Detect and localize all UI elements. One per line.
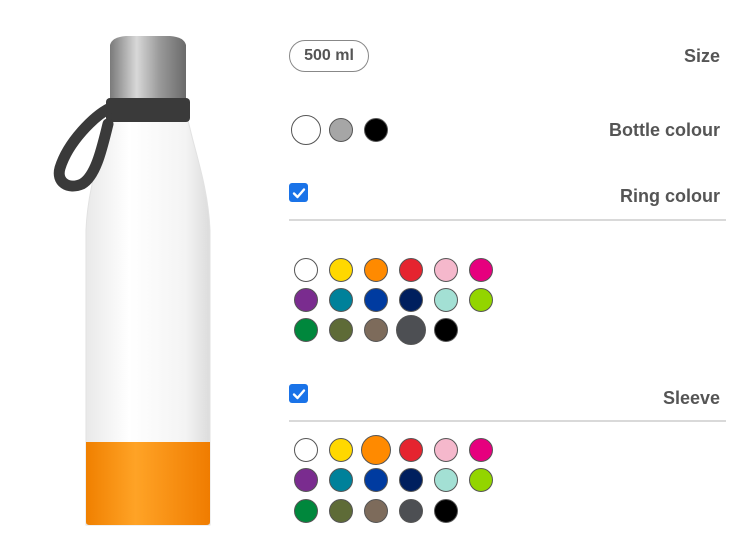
size-label: Size xyxy=(683,46,720,66)
ring-colour-swatch[interactable] xyxy=(329,318,353,342)
sleeve-colour-swatch[interactable] xyxy=(434,499,458,523)
sleeve-label: Sleeve xyxy=(662,388,720,408)
ring-colour-swatch[interactable] xyxy=(364,318,388,342)
sleeve-colour-swatch[interactable] xyxy=(294,438,318,462)
sleeve-colour-swatch[interactable] xyxy=(434,438,458,462)
ring-colour-swatch[interactable] xyxy=(399,258,423,282)
ring-colour-swatch[interactable] xyxy=(469,288,493,312)
sleeve-colour-swatch[interactable] xyxy=(399,438,423,462)
sleeve-colour-swatch[interactable] xyxy=(329,438,353,462)
ring-colour-swatch[interactable] xyxy=(294,288,318,312)
bottle-cap xyxy=(110,36,186,98)
ring-colour-swatch[interactable] xyxy=(364,258,388,282)
checkmark-icon xyxy=(292,187,305,198)
ring-colour-divider xyxy=(289,219,726,221)
ring-colour-swatch[interactable] xyxy=(294,318,318,342)
sleeve-divider xyxy=(289,420,726,422)
size-option-500ml[interactable]: 500 ml xyxy=(289,40,369,72)
sleeve-colour-swatch[interactable] xyxy=(294,468,318,492)
bottle-strap-ring xyxy=(106,98,190,122)
sleeve-colour-swatch[interactable] xyxy=(399,468,423,492)
sleeve-colour-swatch[interactable] xyxy=(364,468,388,492)
ring-colour-swatch[interactable] xyxy=(396,315,426,345)
bottle-colour-swatch[interactable] xyxy=(364,118,388,142)
ring-colour-swatch[interactable] xyxy=(329,258,353,282)
ring-colour-swatch[interactable] xyxy=(434,318,458,342)
sleeve-checkbox[interactable] xyxy=(289,384,308,403)
ring-colour-swatch[interactable] xyxy=(294,258,318,282)
checkmark-icon xyxy=(292,388,305,399)
sleeve-colour-swatch[interactable] xyxy=(329,499,353,523)
ring-colour-swatch[interactable] xyxy=(364,288,388,312)
sleeve-colour-swatch[interactable] xyxy=(399,499,423,523)
bottle-colour-swatch[interactable] xyxy=(291,115,321,145)
ring-colour-swatch[interactable] xyxy=(399,288,423,312)
sleeve-colour-swatch[interactable] xyxy=(434,468,458,492)
sleeve-colour-swatch[interactable] xyxy=(329,468,353,492)
ring-colour-checkbox[interactable] xyxy=(289,183,308,202)
sleeve-colour-swatch[interactable] xyxy=(361,435,391,465)
sleeve-colour-swatch[interactable] xyxy=(364,499,388,523)
ring-colour-swatch[interactable] xyxy=(329,288,353,312)
ring-colour-swatch[interactable] xyxy=(469,258,493,282)
ring-colour-label: Ring colour xyxy=(620,186,720,206)
bottle-colour-label: Bottle colour xyxy=(609,120,720,140)
bottle-preview-image xyxy=(40,20,240,530)
sleeve-colour-swatch[interactable] xyxy=(469,468,493,492)
bottle-sleeve xyxy=(86,442,210,525)
bottle-colour-swatch[interactable] xyxy=(329,118,353,142)
sleeve-colour-swatch[interactable] xyxy=(469,438,493,462)
ring-colour-swatch[interactable] xyxy=(434,288,458,312)
ring-colour-swatch[interactable] xyxy=(434,258,458,282)
sleeve-colour-swatch[interactable] xyxy=(294,499,318,523)
